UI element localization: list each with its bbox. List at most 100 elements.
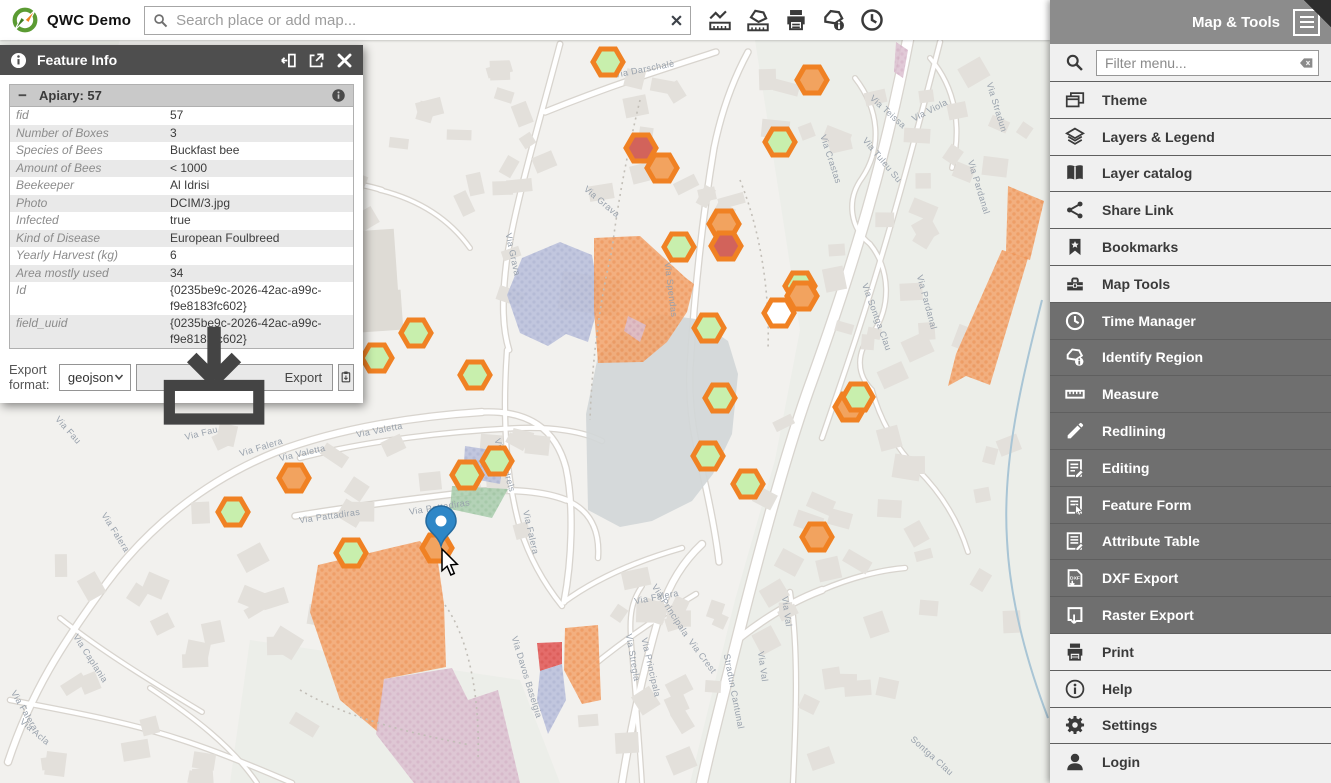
sidebar-item-time-manager[interactable]: Time Manager: [1050, 302, 1331, 339]
search-icon: [152, 12, 169, 29]
search-input[interactable]: [145, 7, 690, 34]
copy-to-clipboard-button[interactable]: [338, 364, 354, 391]
sidebar-item-label: Layers & Legend: [1102, 129, 1215, 145]
sidebar-item-label: Raster Export: [1102, 607, 1194, 623]
dock-panel-icon[interactable]: [279, 51, 298, 70]
time-manager-button[interactable]: [855, 4, 888, 37]
menu-filter-row: [1050, 44, 1331, 81]
help-icon: [1064, 678, 1086, 700]
chevron-down-icon: [113, 371, 125, 383]
app-logo: QWC Demo: [10, 5, 131, 35]
export-button[interactable]: Export: [136, 364, 333, 391]
profile-icon: [707, 7, 733, 33]
feature-header-row[interactable]: Apiary: 57: [9, 84, 354, 106]
sidebar-item-redlining[interactable]: Redlining: [1050, 412, 1331, 449]
sidebar-item-label: Login: [1102, 754, 1140, 770]
sidebar-item-login[interactable]: Login: [1050, 743, 1331, 780]
qwc-logo-icon: [10, 5, 40, 35]
clipboard-icon: [339, 370, 353, 384]
apiary-marker-green[interactable]: [693, 443, 723, 469]
sidebar-item-map-tools[interactable]: Map Tools: [1050, 265, 1331, 302]
attribute-row: Number of Boxes3: [10, 125, 354, 143]
collapse-icon[interactable]: [17, 89, 30, 102]
feature-info-toggle-icon[interactable]: [331, 88, 346, 103]
edit-doc-icon: [1064, 457, 1086, 479]
download-icon: [147, 310, 281, 444]
apiary-marker-green[interactable]: [765, 129, 795, 155]
apiary-marker-green[interactable]: [593, 49, 623, 75]
apiary-marker-green[interactable]: [218, 499, 248, 525]
apiary-marker-green[interactable]: [694, 315, 724, 341]
theme-icon: [1064, 89, 1086, 111]
app-title: QWC Demo: [47, 12, 131, 29]
attribute-name: Area mostly used: [10, 265, 165, 283]
sidebar-item-dxf-export[interactable]: DXFDXF Export: [1050, 559, 1331, 596]
apiary-marker-green[interactable]: [733, 471, 763, 497]
filter-clear-icon[interactable]: [1298, 55, 1314, 71]
sidebar-item-feature-form[interactable]: Feature Form: [1050, 486, 1331, 523]
sidebar-item-editing[interactable]: Editing: [1050, 449, 1331, 486]
attribute-name: Amount of Bees: [10, 160, 165, 178]
sidebar-item-bookmarks[interactable]: Bookmarks: [1050, 228, 1331, 265]
apiary-marker-orange[interactable]: [279, 465, 309, 491]
sidebar-item-measure[interactable]: Measure: [1050, 375, 1331, 412]
dxf-icon: DXF: [1064, 567, 1086, 589]
sidebar-item-label: Attribute Table: [1102, 533, 1200, 549]
apiary-marker-green[interactable]: [336, 540, 366, 566]
export-format-select[interactable]: geojson: [59, 364, 132, 391]
bookmark-icon: [1064, 236, 1086, 258]
apiary-marker-green[interactable]: [452, 462, 482, 488]
sidebar-item-label: Theme: [1102, 92, 1147, 108]
top-bar: QWC Demo: [0, 0, 1050, 40]
sidebar-item-layer-catalog[interactable]: Layer catalog: [1050, 155, 1331, 192]
layers-icon: [1064, 126, 1086, 148]
apiary-marker-white[interactable]: [764, 300, 794, 326]
sidebar-item-label: Feature Form: [1102, 497, 1191, 513]
search-box[interactable]: [144, 6, 691, 35]
identify-region-button[interactable]: [817, 4, 850, 37]
attribute-row: BeekeeperAl Idrisi: [10, 177, 354, 195]
share-icon: [1064, 199, 1086, 221]
attribute-name: Number of Boxes: [10, 125, 165, 143]
apiary-marker-green[interactable]: [843, 384, 873, 410]
detach-window-icon[interactable]: [307, 51, 326, 70]
search-clear-icon[interactable]: [669, 13, 684, 28]
attribute-value: Buckfast bee: [164, 142, 354, 160]
apiary-marker-green[interactable]: [362, 345, 392, 371]
sidebar-item-label: Measure: [1102, 386, 1159, 402]
apiary-marker-green[interactable]: [401, 320, 431, 346]
sidebar-item-help[interactable]: Help: [1050, 670, 1331, 707]
apiary-marker-red[interactable]: [711, 233, 741, 259]
sidebar-item-attribute-table[interactable]: Attribute Table: [1050, 523, 1331, 560]
apiary-marker-green[interactable]: [664, 234, 694, 260]
identify-region-icon: [821, 7, 847, 33]
height-profile-button[interactable]: [703, 4, 736, 37]
sidebar-item-share-link[interactable]: Share Link: [1050, 191, 1331, 228]
measure-button[interactable]: [741, 4, 774, 37]
sidebar-item-layers-legend[interactable]: Layers & Legend: [1050, 118, 1331, 155]
attribute-value: < 1000: [164, 160, 354, 178]
attribute-row: fid57: [10, 107, 354, 125]
sidebar-item-theme[interactable]: Theme: [1050, 81, 1331, 118]
sidebar-item-identify-region[interactable]: Identify Region: [1050, 339, 1331, 376]
close-panel-icon[interactable]: [335, 51, 354, 70]
apiary-marker-orange[interactable]: [797, 67, 827, 93]
apiary-marker-orange[interactable]: [802, 524, 832, 550]
sidebar-item-raster-export[interactable]: Raster Export: [1050, 596, 1331, 633]
printer-icon: [1064, 641, 1086, 663]
print-button[interactable]: [779, 4, 812, 37]
sidebar-item-settings[interactable]: Settings: [1050, 707, 1331, 744]
sidebar-item-print[interactable]: Print: [1050, 633, 1331, 670]
attribute-name: Beekeeper: [10, 177, 165, 195]
attribute-name: Id: [10, 282, 165, 315]
clock-icon: [859, 7, 885, 33]
apiary-marker-green[interactable]: [482, 448, 512, 474]
apiary-marker-orange[interactable]: [647, 155, 677, 181]
apiary-marker-green[interactable]: [460, 362, 490, 388]
attribute-value: true: [164, 212, 354, 230]
apiary-marker-green[interactable]: [705, 385, 735, 411]
identify-region-icon: [1064, 346, 1086, 368]
attribute-name: Species of Bees: [10, 142, 165, 160]
attribute-name: Photo: [10, 195, 165, 213]
filter-menu-input[interactable]: [1096, 50, 1319, 76]
